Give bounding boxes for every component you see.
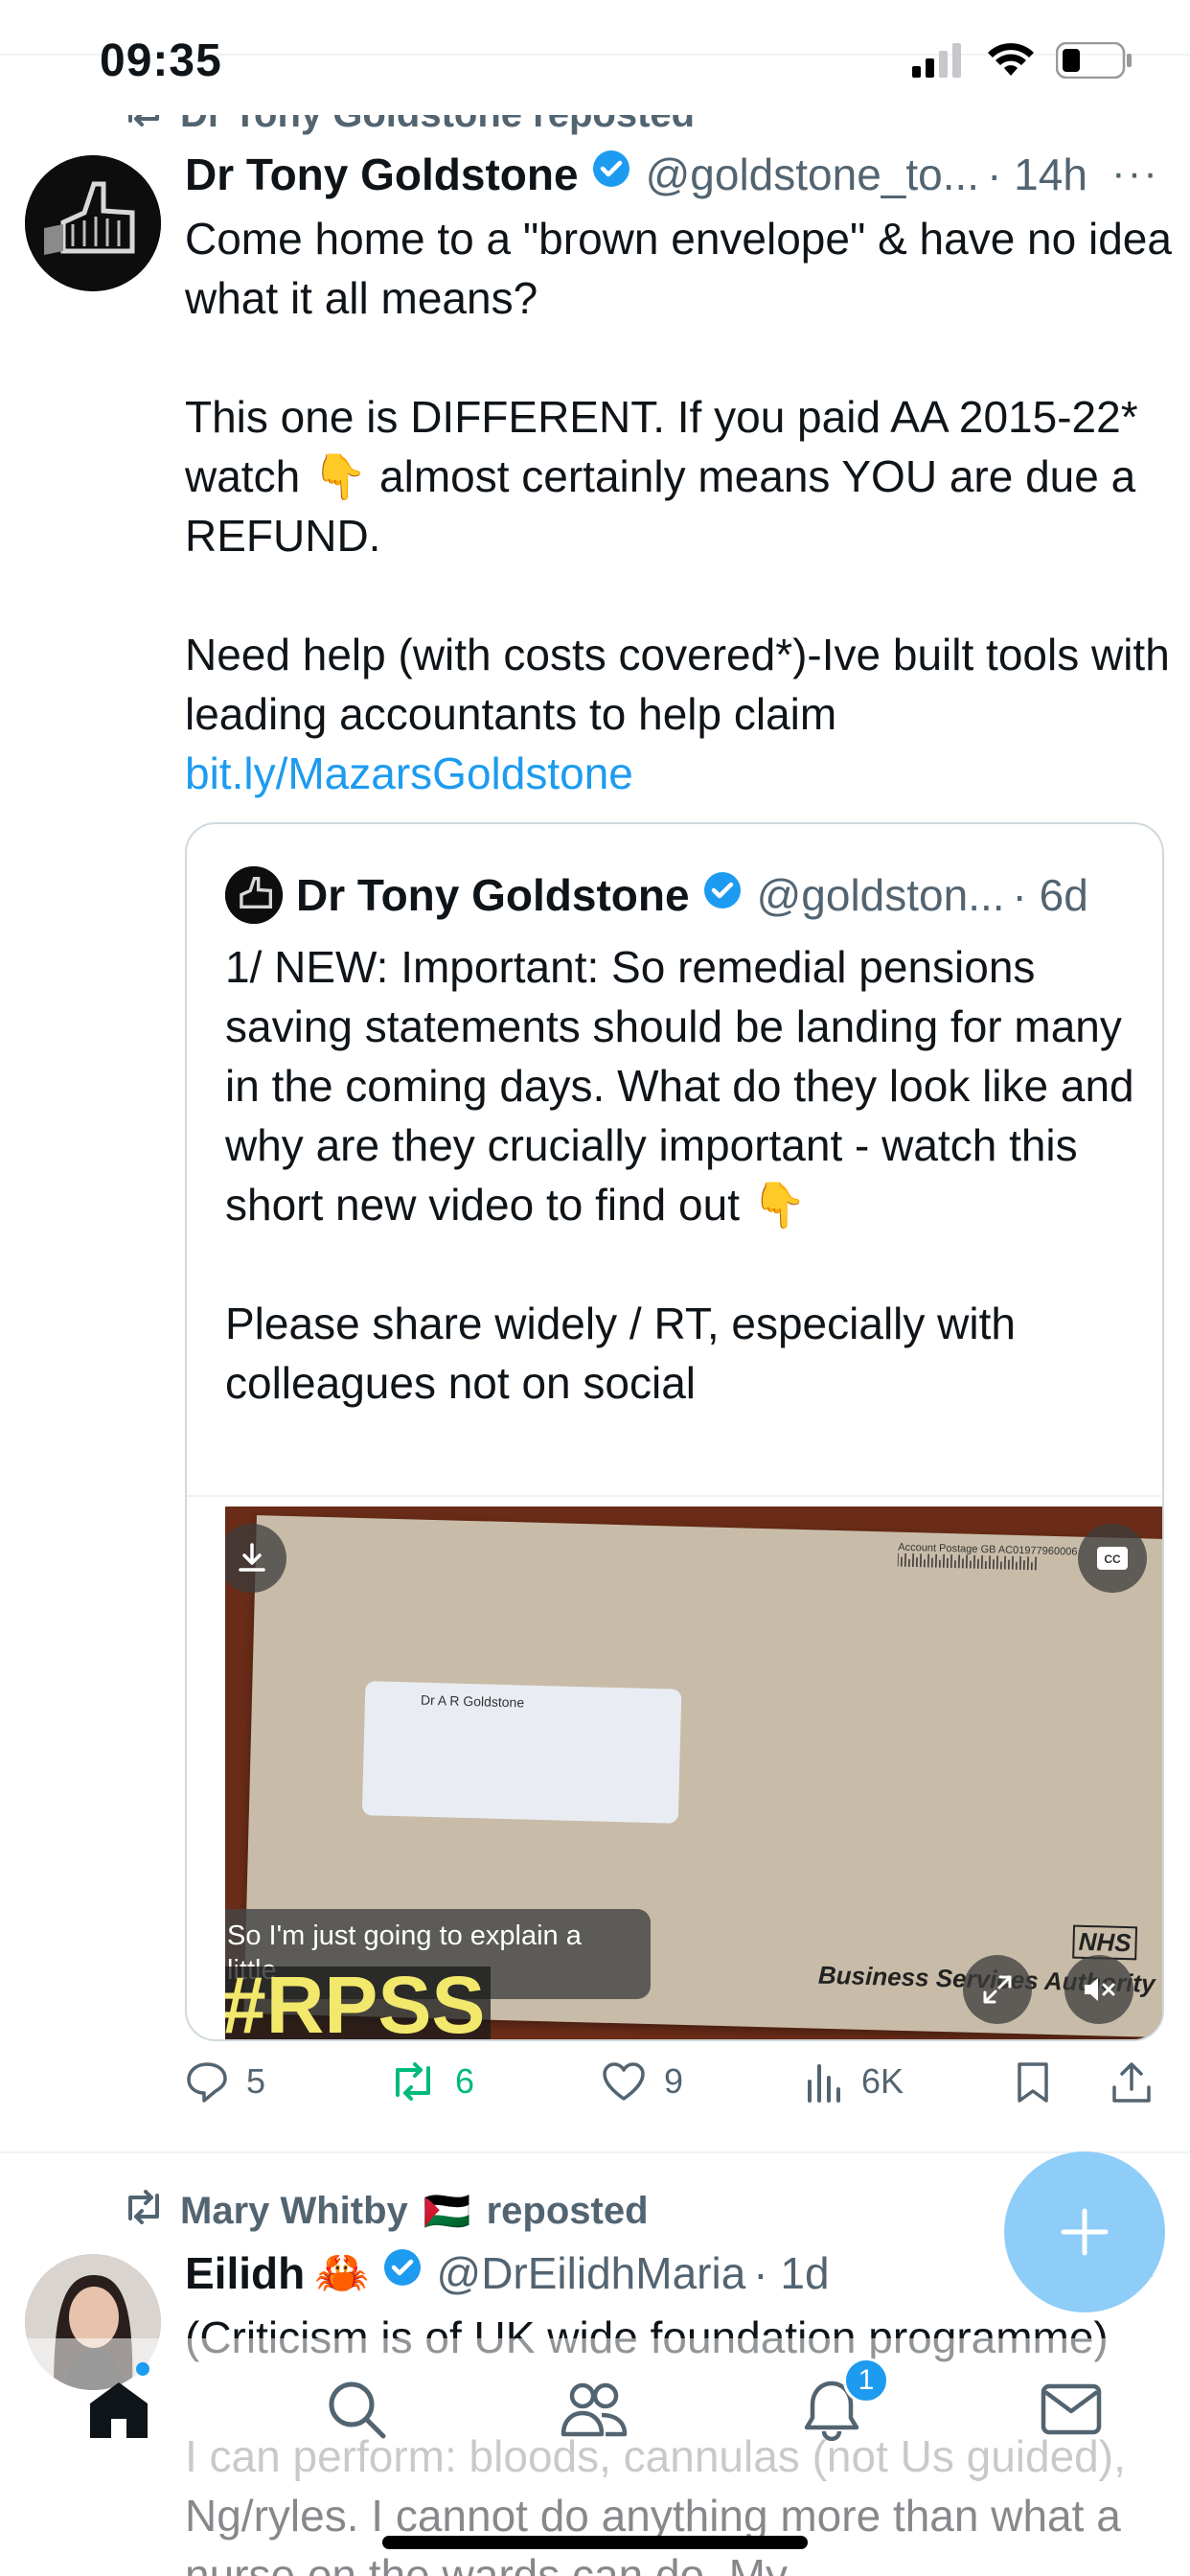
reply-button[interactable]: 5 (185, 2060, 265, 2103)
mute-button[interactable] (1064, 1955, 1133, 2024)
captions-icon: CC (1097, 1547, 1128, 1570)
tweet-header: Dr Tony Goldstone @goldstone_to... · 14h (185, 148, 1087, 200)
pointing-down-emoji: 👇 (311, 451, 368, 501)
fullscreen-button[interactable] (963, 1955, 1032, 2024)
nav-home[interactable] (80, 2371, 157, 2448)
verified-badge-icon (590, 148, 632, 200)
reposted-by-name: Mary Whitby (180, 2190, 408, 2232)
mail-icon (1041, 2383, 1102, 2435)
tweet-paragraph-3: Need help (with costs covered*)-Ive buil… (185, 625, 1172, 803)
status-bar: 09:35 (0, 0, 1190, 115)
nav-communities[interactable] (556, 2371, 632, 2448)
heart-icon (603, 2062, 645, 2101)
author-avatar[interactable] (25, 155, 161, 291)
author-name-2[interactable]: Eilidh (185, 2247, 305, 2299)
quoted-author-name: Dr Tony Goldstone (296, 870, 690, 920)
quoted-text-segment: 1/ NEW: Important: So remedial pensions … (225, 942, 1134, 1230)
plus-icon (1061, 2208, 1109, 2256)
envelope-recipient: Dr A R Goldstone (420, 1691, 525, 1711)
flag-emoji: 🇵🇸 (423, 2191, 471, 2233)
author-handle[interactable]: @goldstone_to... (646, 149, 979, 200)
tweet-body: Come home to a "brown envelope" & have n… (185, 209, 1172, 803)
quoted-author-handle: @goldston... (756, 870, 1005, 920)
nav-notifications[interactable]: 1 (793, 2358, 889, 2448)
wifi-icon (987, 43, 1035, 82)
quoted-tweet-body: 1/ NEW: Important: So remedial pensions … (225, 937, 1145, 1472)
share-icon (1112, 2062, 1151, 2103)
search-icon (329, 2381, 386, 2439)
author-name[interactable]: Dr Tony Goldstone (185, 149, 579, 200)
envelope-window: Dr A R Goldstone (361, 1681, 682, 1824)
quote-separator (187, 1495, 1162, 1497)
repost-count: 6 (455, 2061, 475, 2101)
verified-badge-icon (381, 2246, 423, 2299)
quoted-tweet-header: Dr Tony Goldstone @goldston... · 6d (225, 866, 1088, 924)
crab-emoji: 🦀 (314, 2247, 370, 2297)
status-icons (912, 41, 1133, 83)
tweet-paragraph-1: Come home to a "brown envelope" & have n… (185, 214, 1172, 323)
tweet-header-2: Eilidh 🦀 @DrEilidhMaria · 1d (185, 2246, 830, 2299)
tweet-divider (0, 2151, 1190, 2153)
status-time: 09:35 (100, 35, 222, 86)
nav-search[interactable] (318, 2371, 395, 2448)
barcode-icon (897, 1552, 1037, 1571)
pointing-down-emoji: 👇 (751, 1180, 808, 1230)
captions-button[interactable]: CC (1078, 1524, 1147, 1593)
bookmark-icon (1018, 2062, 1048, 2103)
tweet-time[interactable]: · 14h (987, 149, 1087, 200)
compose-button[interactable] (1004, 2151, 1165, 2312)
views-count: 6K (861, 2061, 904, 2101)
verified-badge-icon (701, 869, 744, 922)
like-count: 9 (664, 2061, 684, 2101)
quoted-paragraph-2: Please share widely / RT, especially wit… (225, 1299, 1016, 1408)
more-options-icon[interactable]: ··· (1111, 150, 1159, 197)
author-handle-2[interactable]: @DrEilidhMaria (437, 2247, 746, 2299)
download-icon (239, 1543, 265, 1572)
repost-button[interactable]: 6 (388, 2060, 474, 2103)
quoted-tweet[interactable]: Dr Tony Goldstone @goldston... · 6d 1/ N… (185, 822, 1164, 2041)
tweet-link[interactable]: bit.ly/MazarsGoldstone (185, 748, 633, 798)
home-indicator[interactable] (382, 2536, 808, 2549)
repost-indicator-2[interactable]: Mary Whitby 🇵🇸 reposted (123, 2189, 649, 2234)
home-icon (90, 2382, 148, 2438)
tweet-paragraph-2: This one is DIFFERENT. If you paid AA 20… (185, 387, 1172, 565)
tweet-actions: 5 6 9 6K (185, 2060, 1153, 2122)
views-chart-icon (808, 2064, 840, 2103)
tweet-text-segment: Need help (with costs covered*)-Ive buil… (185, 630, 1170, 739)
quoted-paragraph-1: 1/ NEW: Important: So remedial pensions … (225, 937, 1145, 1234)
svg-text:CC: CC (1104, 1552, 1121, 1566)
people-icon (561, 2382, 628, 2437)
battery-icon (1055, 41, 1133, 83)
reply-icon (187, 2062, 227, 2103)
quoted-author-avatar (225, 866, 283, 924)
like-button[interactable]: 9 (601, 2060, 683, 2103)
quoted-tweet-time: · 6d (1012, 870, 1088, 920)
speaker-muted-icon (1085, 1978, 1115, 2001)
reply-count: 5 (246, 2061, 266, 2101)
share-button[interactable] (1110, 2060, 1153, 2104)
repost-icon (123, 2189, 165, 2234)
views-button[interactable]: 6K (806, 2060, 904, 2103)
nav-messages[interactable] (1033, 2371, 1110, 2448)
video-player[interactable]: Account Postage GB AC01977960006 Dr A R … (225, 1506, 1162, 2039)
home-unread-dot (136, 2362, 149, 2376)
thumbs-up-xray-icon (25, 155, 161, 291)
tweet-time-2[interactable]: · 1d (753, 2247, 829, 2299)
notification-badge: 1 (843, 2358, 889, 2404)
signal-icon (912, 43, 966, 82)
repost-icon (396, 2062, 430, 2101)
bottom-navigation: 1 (0, 2338, 1190, 2480)
bookmark-button[interactable] (1015, 2060, 1051, 2104)
expand-icon (983, 1975, 1012, 2004)
reposted-suffix: reposted (486, 2190, 649, 2232)
video-hashtag-overlay: #RPSS (225, 1965, 492, 2039)
